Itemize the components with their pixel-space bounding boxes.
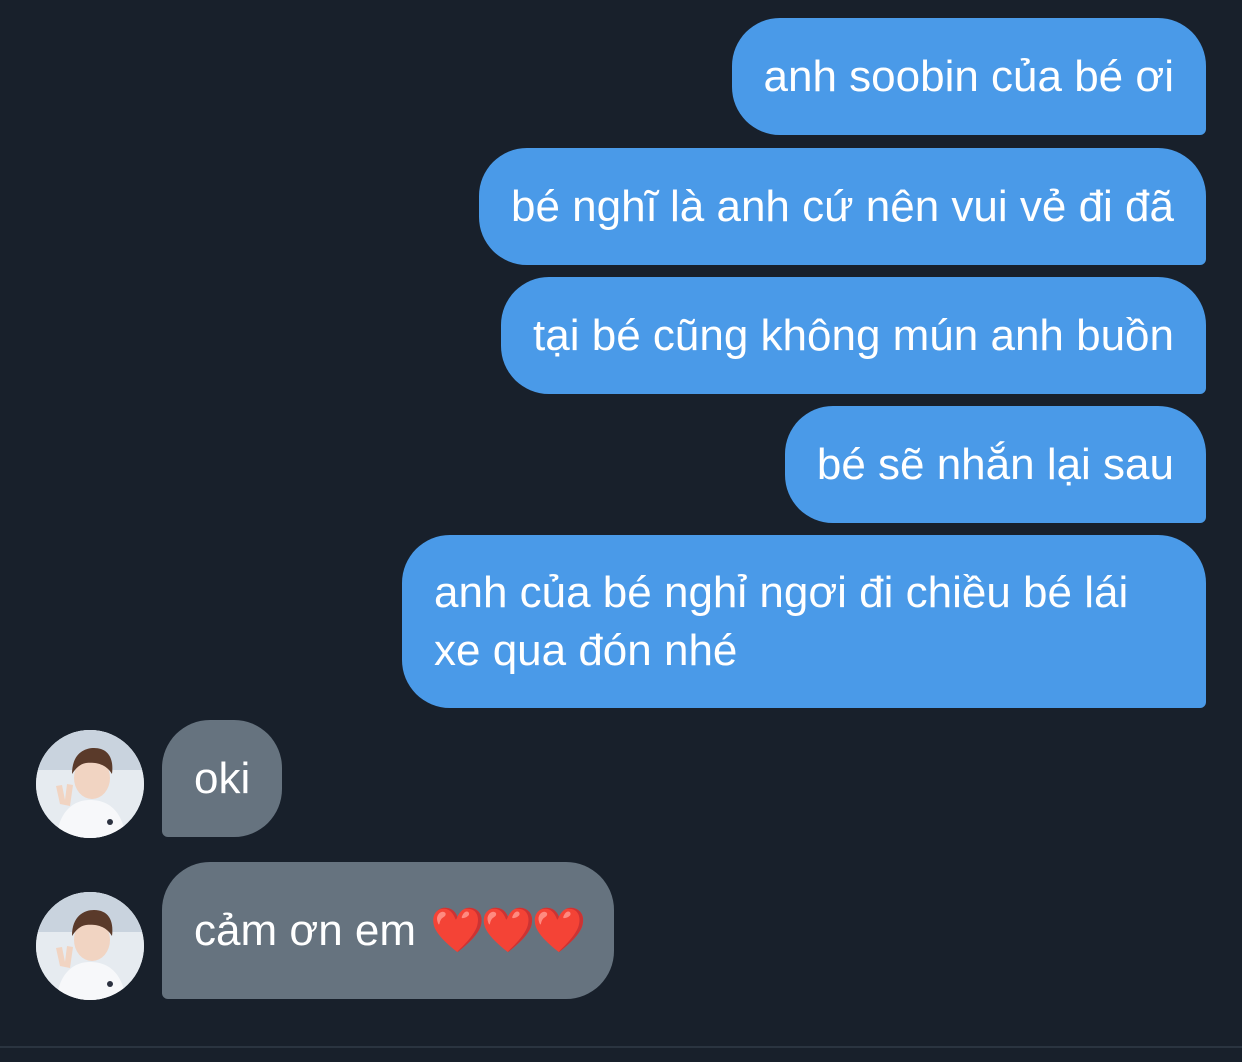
heart-emoji: ❤️❤️❤️ — [430, 905, 586, 955]
outgoing-message[interactable]: bé nghĩ là anh cứ nên vui vẻ đi đã — [478, 148, 1206, 265]
outgoing-message[interactable]: anh của bé nghỉ ngơi đi chiều bé lái xe … — [402, 535, 1206, 708]
divider — [0, 1046, 1242, 1048]
message-text: bé sẽ nhắn lại sau — [816, 439, 1174, 489]
message-thread: anh soobin của bé ơi bé nghĩ là anh cứ n… — [0, 0, 1242, 1062]
message-text: anh của bé nghỉ ngơi đi chiều bé lái xe … — [434, 568, 1129, 675]
message-text: oki — [194, 753, 251, 803]
outgoing-message[interactable]: tại bé cũng không mún anh buồn — [501, 277, 1206, 394]
avatar[interactable] — [36, 892, 144, 1000]
incoming-message[interactable]: oki — [162, 720, 283, 837]
outgoing-message[interactable]: anh soobin của bé ơi — [731, 18, 1206, 135]
message-text: cảm ơn em — [194, 905, 417, 955]
message-text: bé nghĩ là anh cứ nên vui vẻ đi đã — [510, 181, 1174, 231]
outgoing-message[interactable]: bé sẽ nhắn lại sau — [784, 406, 1206, 523]
avatar[interactable] — [36, 730, 144, 838]
message-text: anh soobin của bé ơi — [763, 51, 1174, 101]
profile-photo-icon — [36, 730, 144, 838]
profile-photo-icon — [36, 892, 144, 1000]
message-text: tại bé cũng không mún anh buồn — [533, 310, 1174, 360]
incoming-message[interactable]: cảm ơn em ❤️❤️❤️ — [162, 862, 615, 999]
